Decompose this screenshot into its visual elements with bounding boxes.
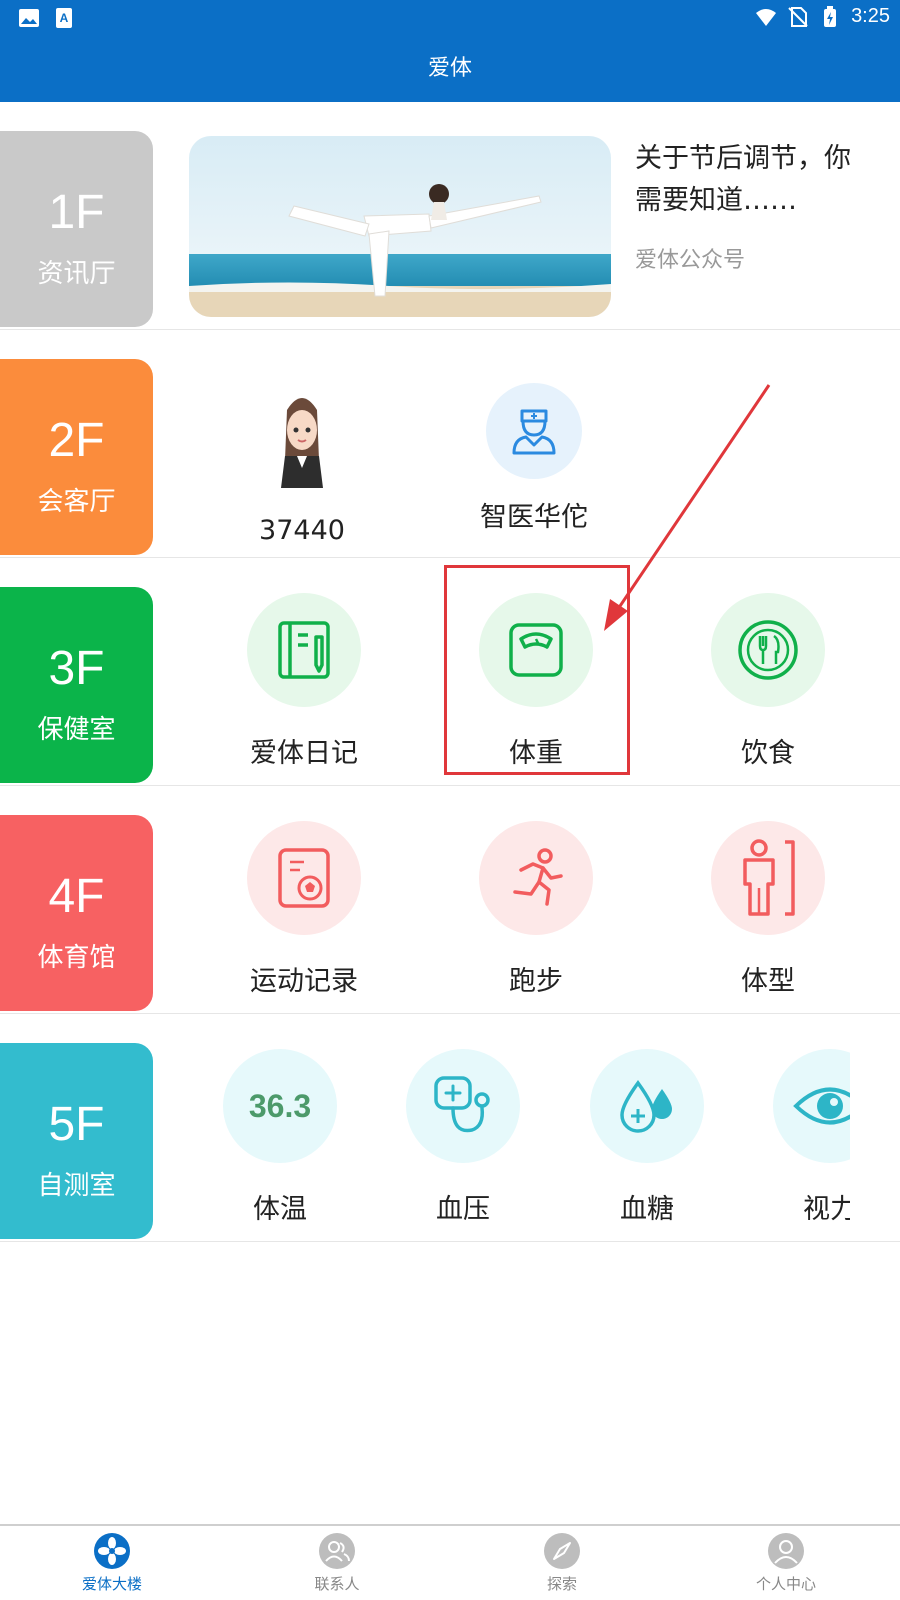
tab-explore[interactable]: 探索	[502, 1532, 622, 1594]
tab-contacts[interactable]: 联系人	[277, 1532, 397, 1594]
contacts-icon	[319, 1533, 355, 1569]
body-temperature[interactable]: 36.3 体温	[200, 1049, 360, 1226]
floor-tag-4f[interactable]: 4F 体育馆	[0, 815, 153, 1011]
item-label: 运动记录	[250, 966, 358, 997]
floor-name: 资讯厅	[37, 259, 116, 289]
floor-number: 2F	[48, 414, 105, 467]
running-icon	[513, 848, 563, 906]
item-label: 跑步	[509, 966, 563, 997]
floor-number: 4F	[48, 870, 105, 923]
news-title[interactable]: 关于节后调节，你需要知道……	[635, 138, 875, 222]
news-source: 爱体公众号	[635, 248, 746, 273]
bottom-tab-bar: 爱体大楼 联系人 探索 个人中心	[0, 1524, 900, 1600]
news-image[interactable]	[189, 136, 611, 317]
building-icon	[94, 1533, 130, 1569]
floor-5f: 5F 自测室 36.3 体温 血压 血糖 视力	[0, 1014, 900, 1242]
item-label: 体型	[741, 966, 795, 997]
floor-number: 1F	[48, 186, 105, 239]
blood-pressure-icon	[434, 1076, 490, 1133]
floor-name: 保健室	[37, 715, 116, 745]
battery-charging-icon	[824, 5, 837, 27]
floor-name: 自测室	[37, 1171, 116, 1201]
item-label: 饮食	[741, 738, 795, 769]
eyesight[interactable]: 视力	[750, 1049, 850, 1226]
body-shape[interactable]: 体型	[688, 821, 848, 998]
tab-profile[interactable]: 个人中心	[726, 1532, 846, 1594]
annotation-arrow	[604, 384, 771, 631]
tab-label: 探索	[546, 1575, 577, 1593]
item-label: 爱体日记	[250, 738, 358, 769]
blood-sugar[interactable]: 血糖	[567, 1049, 727, 1226]
temperature-value: 36.3	[248, 1087, 312, 1124]
floor-1f: 1F 资讯厅 关于节后调节，你需要知道…… 爱体公众号	[0, 102, 900, 330]
no-sim-icon	[788, 6, 808, 27]
floor-tag-3f[interactable]: 3F 保健室	[0, 587, 153, 783]
floor-number: 3F	[48, 642, 105, 695]
item-label: 视力	[803, 1194, 850, 1225]
tab-building[interactable]: 爱体大楼	[52, 1532, 172, 1594]
floor-tag-5f[interactable]: 5F 自测室	[0, 1043, 153, 1239]
floor-name: 会客厅	[37, 487, 116, 517]
item-label: 37440	[259, 515, 345, 546]
item-label: 血压	[436, 1194, 490, 1225]
floor-tag-1f[interactable]: 1F 资讯厅	[0, 131, 153, 327]
floor-name: 体育馆	[37, 943, 116, 973]
tab-label: 联系人	[314, 1575, 360, 1593]
item-label: 血糖	[620, 1194, 674, 1225]
eye-icon	[793, 1087, 850, 1125]
keyboard-a-icon: A	[56, 8, 72, 28]
blood-sugar-icon	[620, 1080, 672, 1133]
tab-label: 爱体大楼	[81, 1575, 142, 1593]
compass-icon	[544, 1533, 580, 1569]
running[interactable]: 跑步	[456, 821, 616, 998]
health-diary[interactable]: 爱体日记	[224, 593, 384, 770]
doctor-icon	[512, 409, 556, 455]
sport-record[interactable]: 运动记录	[224, 821, 384, 998]
image-icon	[19, 9, 39, 27]
status-bar: A 3:25	[0, 0, 900, 36]
contact-37440[interactable]: 37440	[222, 383, 382, 546]
profile-icon	[768, 1533, 804, 1569]
floor-4f: 4F 体育馆 运动记录 跑步 体型	[0, 786, 900, 1014]
svg-text:A: A	[60, 11, 69, 25]
self-test-scroll-row[interactable]: 36.3 体温 血压 血糖 视力	[190, 1014, 850, 1242]
body-shape-icon	[743, 839, 795, 916]
floor-tag-2f[interactable]: 2F 会客厅	[0, 359, 153, 555]
item-label: 体温	[253, 1194, 307, 1225]
page-title: 爱体	[427, 56, 472, 81]
blood-pressure[interactable]: 血压	[383, 1049, 543, 1226]
avatar-icon	[281, 398, 323, 488]
status-time: 3:25	[851, 5, 890, 27]
app-header: 爱体	[0, 36, 900, 102]
floor-number: 5F	[48, 1098, 105, 1151]
diary-icon	[278, 621, 330, 679]
tab-label: 个人中心	[755, 1575, 816, 1593]
wifi-icon	[756, 8, 777, 26]
sport-record-icon	[278, 848, 330, 908]
